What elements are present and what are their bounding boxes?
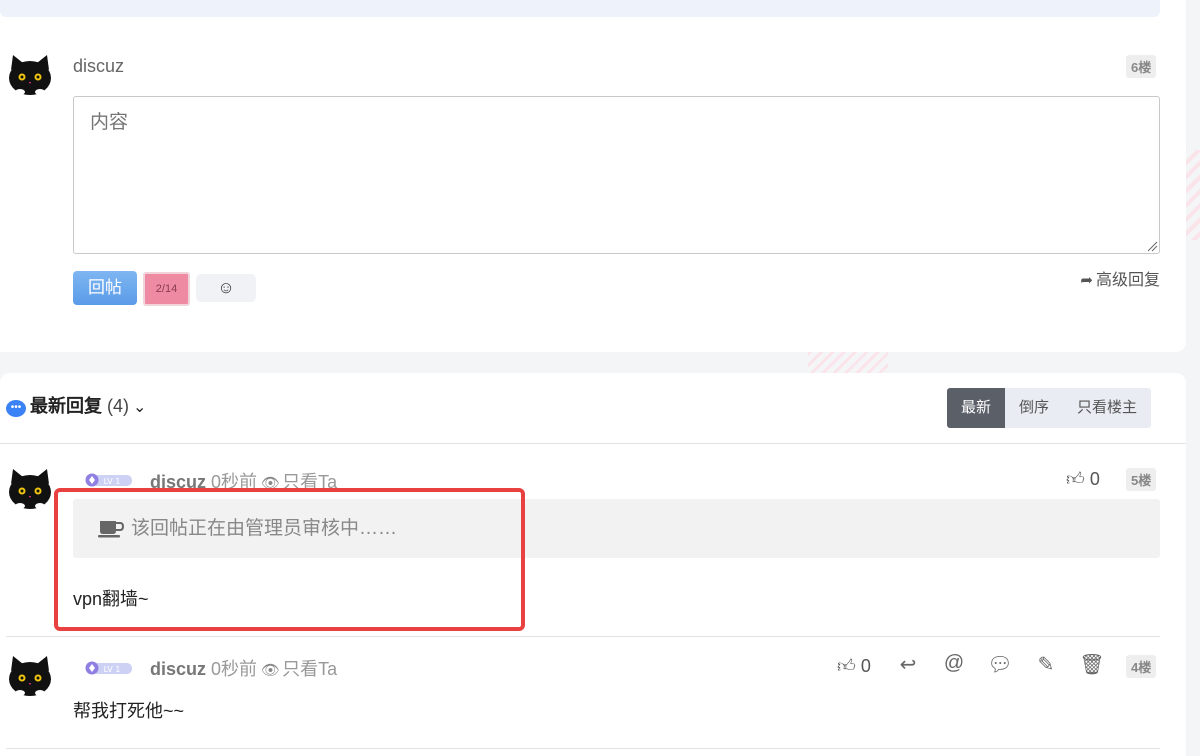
thumbs-up-icon: 👍︎ bbox=[1066, 469, 1085, 489]
user-avatar[interactable] bbox=[7, 52, 53, 98]
sort-op-only-button[interactable]: 只看楼主 bbox=[1063, 388, 1152, 428]
replies-title: 最新回复 bbox=[30, 396, 102, 416]
comment-icon[interactable]: 💬︎ bbox=[987, 652, 1013, 677]
like-button[interactable]: 👍︎ 0 bbox=[1066, 468, 1100, 490]
level-label: LV 1 bbox=[104, 477, 121, 486]
mention-icon[interactable]: @ bbox=[941, 652, 967, 677]
resize-grip-icon[interactable] bbox=[1146, 240, 1158, 252]
replies-count: (4) bbox=[107, 396, 130, 416]
user-avatar[interactable] bbox=[7, 466, 53, 512]
floor-badge: 5楼 bbox=[1126, 468, 1157, 491]
thumbs-up-icon: 👍︎ bbox=[837, 656, 856, 676]
like-count: 0 bbox=[860, 656, 871, 676]
post-time: 0秒前 bbox=[211, 659, 258, 679]
post-divider bbox=[6, 636, 1160, 637]
user-avatar[interactable] bbox=[7, 653, 53, 699]
level-badge: LV 1 bbox=[85, 473, 132, 487]
like-button[interactable]: 👍︎ 0 bbox=[837, 655, 871, 677]
sort-button-group: 最新 倒序 只看楼主 bbox=[947, 388, 1152, 428]
post-meta: discuz 0秒前 👁 只看Ta bbox=[150, 655, 337, 681]
composer-username[interactable]: discuz bbox=[73, 56, 124, 77]
floor-badge: 4楼 bbox=[1126, 655, 1157, 678]
previous-content-strip bbox=[0, 0, 1160, 17]
share-arrow-icon: ➦ bbox=[1080, 272, 1093, 289]
advanced-reply-link[interactable]: ➦ 高级回复 bbox=[1080, 266, 1160, 290]
like-count: 0 bbox=[1089, 469, 1100, 489]
section-divider bbox=[0, 443, 1186, 444]
chat-bubble-icon: ••• bbox=[6, 400, 26, 417]
eye-icon: 👁 bbox=[261, 662, 281, 679]
emoji-button[interactable]: ☺ bbox=[196, 274, 256, 302]
reply-content-input[interactable] bbox=[73, 96, 1160, 254]
level-badge: LV 1 bbox=[85, 661, 132, 675]
submit-reply-button[interactable]: 回帖 bbox=[73, 271, 137, 305]
post-action-bar: ↩ @ 💬︎ ✎ 🗑︎ bbox=[895, 652, 1105, 677]
sort-reverse-button[interactable]: 倒序 bbox=[1005, 388, 1064, 428]
post-content: 帮我打死他~~ bbox=[73, 701, 185, 721]
edit-icon[interactable]: ✎ bbox=[1033, 652, 1059, 677]
level-label: LV 1 bbox=[104, 665, 121, 674]
advanced-reply-label: 高级回复 bbox=[1095, 272, 1160, 289]
chevron-down-icon[interactable]: ⌄ bbox=[133, 399, 146, 416]
background-decoration bbox=[808, 352, 888, 374]
captcha-button[interactable]: 2/14 bbox=[143, 272, 190, 306]
post-username[interactable]: discuz bbox=[150, 659, 206, 679]
reply-arrow-icon[interactable]: ↩ bbox=[895, 652, 921, 677]
sort-latest-button[interactable]: 最新 bbox=[947, 388, 1006, 428]
replies-header[interactable]: ••• 最新回复 (4) ⌄ bbox=[6, 392, 146, 418]
floor-badge: 6楼 bbox=[1126, 55, 1157, 78]
smiley-icon: ☺ bbox=[217, 278, 235, 297]
trash-icon[interactable]: 🗑︎ bbox=[1079, 652, 1105, 677]
annotation-highlight-box bbox=[54, 488, 525, 631]
post-divider bbox=[6, 748, 1160, 749]
view-only-link[interactable]: 只看Ta bbox=[282, 659, 337, 679]
